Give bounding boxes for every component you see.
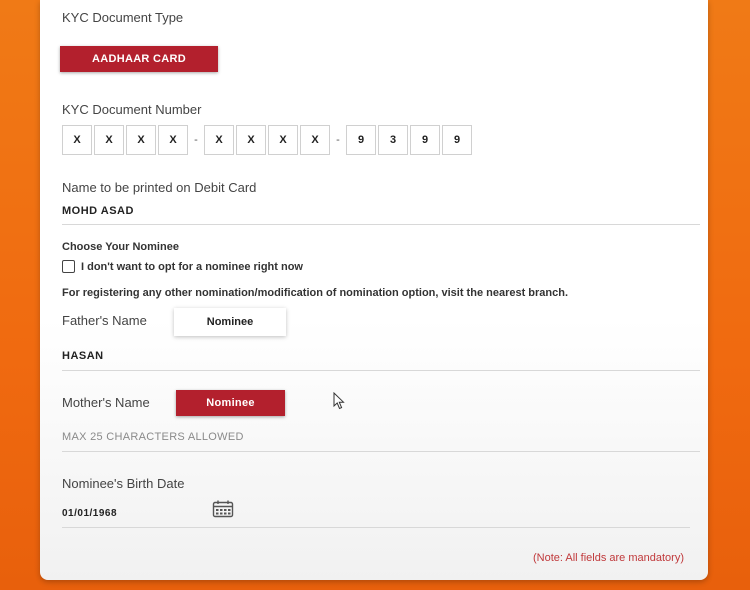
nominee-heading: Choose Your Nominee	[62, 241, 179, 253]
nominee-opt-out-label: I don't want to opt for a nominee right …	[81, 260, 303, 273]
kyc-doc-number-input[interactable]: X X X X - X X X X - 9 3 9 9	[62, 125, 474, 155]
digit-box[interactable]: 9	[346, 125, 376, 155]
digit-box[interactable]: X	[268, 125, 298, 155]
digit-box[interactable]: X	[126, 125, 156, 155]
digit-box[interactable]: X	[236, 125, 266, 155]
debit-card-name-field[interactable]: MOHD ASAD	[62, 205, 134, 217]
divider	[62, 224, 700, 225]
birth-date-label: Nominee's Birth Date	[62, 476, 185, 491]
divider	[62, 451, 700, 452]
mother-name-label: Mother's Name	[62, 395, 150, 410]
mother-name-input[interactable]: MAX 25 CHARACTERS ALLOWED	[62, 431, 244, 443]
digit-separator: -	[194, 134, 198, 146]
divider	[62, 370, 700, 371]
digit-box[interactable]: X	[94, 125, 124, 155]
kyc-doc-type-button[interactable]: AADHAAR CARD	[60, 46, 218, 72]
digit-box[interactable]: 9	[410, 125, 440, 155]
digit-box[interactable]: 3	[378, 125, 408, 155]
father-name-field[interactable]: HASAN	[62, 350, 104, 362]
calendar-icon[interactable]	[212, 500, 234, 523]
birth-date-field[interactable]: 01/01/1968	[62, 508, 117, 519]
divider	[62, 527, 690, 528]
debit-card-name-label: Name to be printed on Debit Card	[62, 180, 257, 195]
kyc-doc-type-label: KYC Document Type	[62, 10, 184, 25]
digit-box[interactable]: X	[204, 125, 234, 155]
nominee-opt-out-row[interactable]: I don't want to opt for a nominee right …	[62, 260, 303, 273]
father-nominee-button[interactable]: Nominee	[174, 308, 286, 336]
nominee-info-text: For registering any other nomination/mod…	[62, 287, 569, 299]
digit-box[interactable]: X	[158, 125, 188, 155]
digit-separator: -	[336, 134, 340, 146]
digit-box[interactable]: X	[62, 125, 92, 155]
form-card: KYC Document Type AADHAAR CARD KYC Docum…	[40, 0, 708, 580]
mother-nominee-button[interactable]: Nominee	[176, 390, 285, 416]
father-name-label: Father's Name	[62, 313, 147, 328]
nominee-opt-out-checkbox[interactable]	[62, 260, 75, 273]
digit-box[interactable]: 9	[442, 125, 472, 155]
digit-box[interactable]: X	[300, 125, 330, 155]
mouse-cursor-icon	[333, 391, 345, 415]
mandatory-note: (Note: All fields are mandatory)	[532, 552, 684, 564]
kyc-doc-number-label: KYC Document Number	[62, 102, 202, 117]
